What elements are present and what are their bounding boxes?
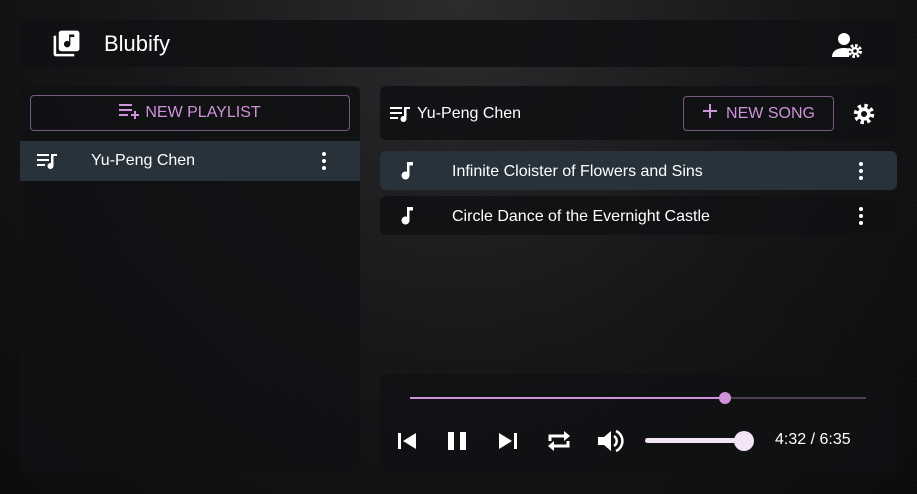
music-note-icon bbox=[400, 206, 414, 226]
time-readout: 4:32 / 6:35 bbox=[775, 431, 851, 448]
app-title: Blubify bbox=[104, 31, 171, 56]
sidebar-item-playlist[interactable]: Yu-Peng Chen bbox=[20, 141, 360, 181]
add-icon bbox=[702, 103, 718, 124]
playlist-sidebar: NEW PLAYLIST Yu-Peng Chen bbox=[20, 86, 360, 473]
account-settings-icon[interactable] bbox=[831, 30, 867, 60]
progress-slider[interactable] bbox=[410, 392, 866, 404]
progress-thumb[interactable] bbox=[718, 392, 731, 404]
song-row[interactable]: Circle Dance of the Evernight Castle bbox=[380, 196, 897, 235]
more-vert-icon[interactable] bbox=[314, 150, 334, 172]
repeat-icon[interactable] bbox=[544, 426, 574, 456]
new-playlist-label: NEW PLAYLIST bbox=[145, 104, 261, 121]
volume-thumb[interactable] bbox=[734, 431, 754, 451]
more-vert-icon[interactable] bbox=[851, 205, 871, 227]
more-vert-icon[interactable] bbox=[851, 160, 871, 182]
playlist-title: Yu-Peng Chen bbox=[417, 105, 522, 122]
new-playlist-button[interactable]: NEW PLAYLIST bbox=[30, 95, 350, 131]
volume-up-icon[interactable] bbox=[595, 426, 625, 456]
app-header: Blubify bbox=[20, 20, 897, 67]
gear-icon[interactable] bbox=[851, 101, 877, 127]
queue-music-icon bbox=[390, 104, 412, 124]
playlist-header: Yu-Peng Chen NEW SONG bbox=[380, 86, 897, 140]
player-bar: 4:32 / 6:35 bbox=[380, 374, 897, 473]
playlist-name: Yu-Peng Chen bbox=[91, 152, 196, 169]
skip-previous-icon[interactable] bbox=[392, 426, 422, 456]
music-note-icon bbox=[400, 161, 414, 181]
song-row[interactable]: Infinite Cloister of Flowers and Sins bbox=[380, 151, 897, 190]
new-song-label: NEW SONG bbox=[726, 104, 815, 122]
new-song-button[interactable]: NEW SONG bbox=[683, 96, 834, 131]
volume-slider[interactable] bbox=[645, 431, 754, 451]
skip-next-icon[interactable] bbox=[493, 426, 523, 456]
song-title: Infinite Cloister of Flowers and Sins bbox=[452, 163, 703, 180]
queue-music-icon bbox=[37, 151, 59, 171]
pause-icon[interactable] bbox=[442, 426, 472, 456]
music-library-icon bbox=[51, 28, 82, 59]
song-title: Circle Dance of the Evernight Castle bbox=[452, 208, 710, 225]
progress-fill bbox=[410, 397, 725, 399]
playlist-add-icon bbox=[119, 102, 140, 125]
volume-fill bbox=[645, 438, 744, 443]
